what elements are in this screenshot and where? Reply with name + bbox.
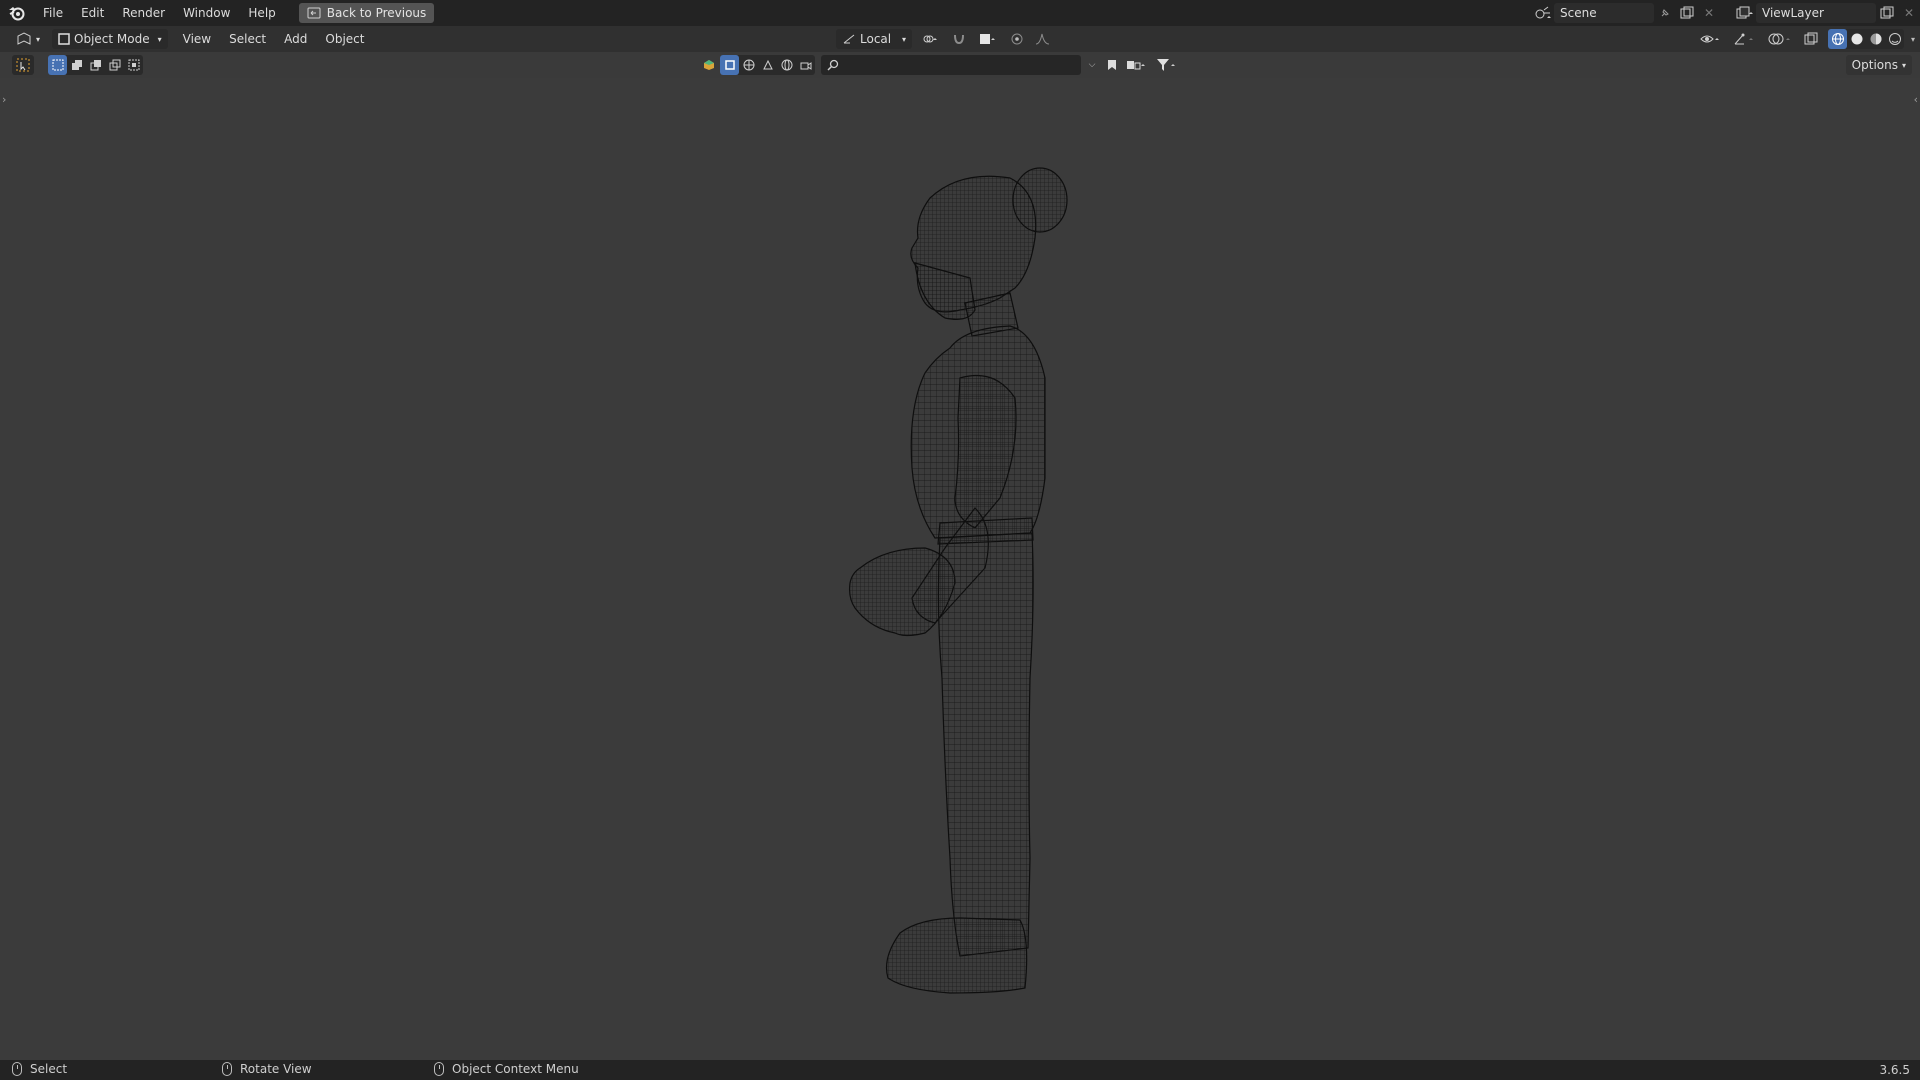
search-icon bbox=[827, 59, 839, 71]
chevron-down-icon: ▾ bbox=[901, 34, 906, 44]
gizmo-icon[interactable] bbox=[1728, 29, 1762, 49]
left-mouse-icon bbox=[12, 1062, 22, 1076]
menu-file[interactable]: File bbox=[34, 0, 72, 26]
back-to-previous-button[interactable]: Back to Previous bbox=[298, 3, 435, 23]
delete-scene-icon[interactable]: ✕ bbox=[1698, 3, 1720, 23]
status-context-label: Object Context Menu bbox=[452, 1062, 579, 1076]
shading-mode-group bbox=[1828, 29, 1904, 49]
intersect-selection-icon[interactable] bbox=[124, 55, 143, 75]
falloff-icon[interactable] bbox=[1032, 29, 1054, 49]
status-select-label: Select bbox=[30, 1062, 68, 1076]
menu-object[interactable]: Object bbox=[316, 26, 373, 52]
search-field[interactable] bbox=[821, 55, 1081, 75]
options-label: Options bbox=[1851, 58, 1898, 72]
editor-type-selector[interactable]: ▾ bbox=[10, 29, 46, 49]
status-bar: Select Rotate View Object Context Menu 3… bbox=[0, 1060, 1920, 1080]
menu-render[interactable]: Render bbox=[113, 0, 174, 26]
character-wireframe-model[interactable] bbox=[0, 78, 1920, 1060]
view-layer-name: ViewLayer bbox=[1762, 6, 1824, 20]
orientation-icon bbox=[843, 34, 855, 44]
filter-icon[interactable] bbox=[1153, 55, 1181, 75]
select-tool-icon[interactable] bbox=[12, 55, 34, 75]
3d-viewport[interactable]: › ‹ bbox=[0, 78, 1920, 1060]
status-rotate: Rotate View bbox=[222, 1062, 312, 1076]
chevron-down-icon: ▾ bbox=[36, 34, 41, 44]
new-scene-icon[interactable] bbox=[1676, 3, 1698, 23]
transform-orientation-dropdown[interactable]: Local ▾ bbox=[836, 29, 912, 49]
middle-mouse-icon bbox=[222, 1062, 232, 1076]
object-mode-label: Object Mode bbox=[74, 32, 150, 46]
right-mouse-icon bbox=[434, 1062, 444, 1076]
proportional-editing-icon[interactable] bbox=[1006, 29, 1028, 49]
chevron-down-icon: ▾ bbox=[1901, 60, 1906, 70]
invert-selection-icon[interactable] bbox=[105, 55, 124, 75]
display-mode-icon[interactable] bbox=[1123, 55, 1151, 75]
editor-type-icon bbox=[17, 32, 31, 45]
solid-shading-icon[interactable] bbox=[1847, 29, 1866, 49]
selection-mode-group bbox=[48, 55, 143, 75]
scene-name: Scene bbox=[1560, 6, 1597, 20]
menu-view[interactable]: View bbox=[174, 26, 220, 52]
view-layer-icon[interactable] bbox=[1734, 3, 1756, 23]
rendered-shading-icon[interactable] bbox=[1885, 29, 1904, 49]
shading-options-chevron-icon[interactable]: ▾ bbox=[1906, 29, 1920, 49]
visibility-eye-icon[interactable] bbox=[1696, 29, 1726, 49]
subtract-selection-icon[interactable] bbox=[86, 55, 105, 75]
top-menu-bar: File Edit Render Window Help Back to Pre… bbox=[0, 0, 1920, 26]
blender-logo-icon[interactable] bbox=[0, 0, 34, 26]
object-mode-icon bbox=[58, 33, 70, 45]
menu-add[interactable]: Add bbox=[275, 26, 316, 52]
extend-selection-icon[interactable] bbox=[67, 55, 86, 75]
snap-target-icon[interactable] bbox=[974, 29, 1002, 49]
status-select: Select bbox=[12, 1062, 67, 1076]
status-rotate-label: Rotate View bbox=[240, 1062, 312, 1076]
overlays-icon[interactable] bbox=[1764, 29, 1798, 49]
camera-filter-icon[interactable] bbox=[796, 55, 815, 75]
back-to-previous-label: Back to Previous bbox=[326, 6, 427, 20]
menu-edit[interactable]: Edit bbox=[72, 0, 113, 26]
search-dropdown-icon[interactable]: ⌵ bbox=[1083, 55, 1101, 75]
object-type-filter-group bbox=[720, 55, 815, 75]
mesh-filter-icon[interactable] bbox=[739, 55, 758, 75]
object-filter-icon[interactable] bbox=[720, 55, 739, 75]
status-context-menu: Object Context Menu bbox=[434, 1062, 579, 1076]
scene-object-icon[interactable] bbox=[700, 55, 718, 75]
pivot-point-icon[interactable] bbox=[916, 29, 944, 49]
menu-help[interactable]: Help bbox=[239, 0, 284, 26]
pin-icon[interactable] bbox=[1654, 3, 1676, 23]
menu-window[interactable]: Window bbox=[174, 0, 239, 26]
delete-view-layer-icon[interactable]: ✕ bbox=[1898, 3, 1920, 23]
object-mode-dropdown[interactable]: Object Mode ▾ bbox=[52, 29, 168, 49]
version-label: 3.6.5 bbox=[1879, 1063, 1910, 1077]
options-dropdown[interactable]: Options ▾ bbox=[1845, 55, 1912, 75]
tool-settings-row: ⌵ Options ▾ bbox=[0, 52, 1920, 78]
snap-icon[interactable] bbox=[948, 29, 970, 49]
scene-field[interactable]: Scene bbox=[1554, 3, 1654, 23]
menu-select[interactable]: Select bbox=[220, 26, 275, 52]
xray-icon[interactable] bbox=[1800, 29, 1822, 49]
world-filter-icon[interactable] bbox=[777, 55, 796, 75]
view-layer-field[interactable]: ViewLayer bbox=[1756, 3, 1876, 23]
transform-orientation-label: Local bbox=[860, 32, 892, 46]
chevron-down-icon: ▾ bbox=[157, 34, 162, 44]
set-new-selection-icon[interactable] bbox=[48, 55, 67, 75]
viewport-header: ▾ Object Mode ▾ View Select Add Object L… bbox=[0, 26, 1920, 52]
character-silhouette bbox=[848, 167, 1068, 994]
wireframe-shading-icon[interactable] bbox=[1828, 29, 1847, 49]
bookmark-icon[interactable] bbox=[1103, 55, 1121, 75]
new-view-layer-icon[interactable] bbox=[1876, 3, 1898, 23]
material-shading-icon[interactable] bbox=[1866, 29, 1885, 49]
scene-icon[interactable] bbox=[1532, 3, 1554, 23]
armature-filter-icon[interactable] bbox=[758, 55, 777, 75]
back-to-previous-icon bbox=[307, 7, 321, 19]
